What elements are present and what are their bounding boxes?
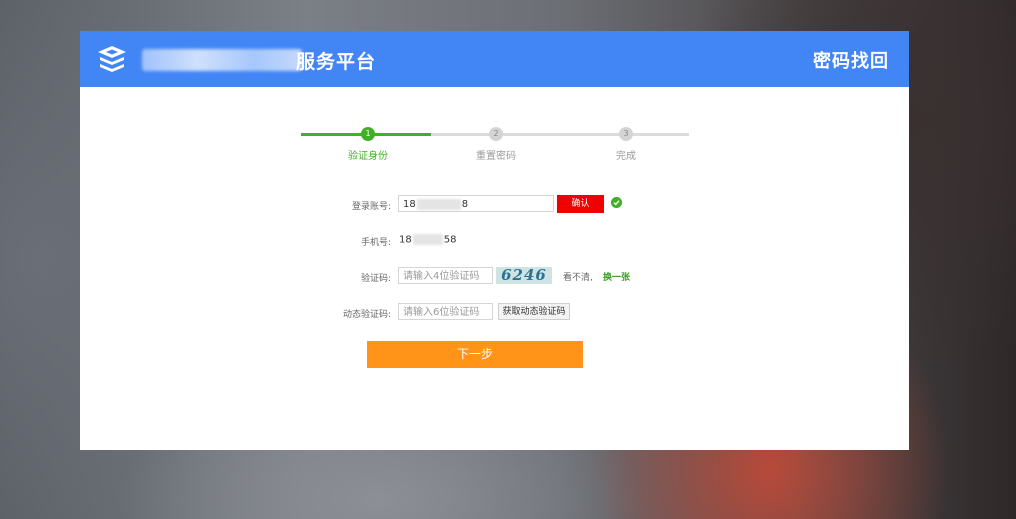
- step-2-label: 重置密码: [476, 151, 516, 162]
- step-2-dot: 2: [489, 127, 503, 141]
- redacted-phone-digits: [412, 234, 443, 245]
- phone-label: 手机号:: [360, 238, 391, 248]
- redacted-digits: [416, 198, 461, 210]
- redacted-site-name: [142, 49, 302, 71]
- captcha-image[interactable]: 6246: [496, 267, 552, 284]
- platform-logo-icon: [98, 46, 126, 72]
- sms-label: 动态验证码:: [342, 310, 391, 320]
- account-label: 登录账号:: [351, 202, 391, 212]
- sms-code-input[interactable]: 请输入6位验证码: [398, 303, 493, 320]
- page-title: 密码找回: [813, 51, 889, 72]
- password-recovery-card: 服务平台 密码找回 1 2 3 验证身份 重置密码 完成 登录账号: 18 8 确…: [80, 31, 909, 450]
- header-bar: 服务平台 密码找回: [80, 31, 909, 87]
- step-3-label: 完成: [616, 151, 636, 162]
- phone-suffix: 58: [443, 234, 457, 246]
- phone-prefix: 18: [399, 234, 412, 246]
- get-code-button[interactable]: 获取动态验证码: [498, 303, 570, 320]
- next-step-button[interactable]: 下一步: [367, 341, 583, 368]
- captcha-label: 验证码:: [360, 274, 391, 284]
- site-title: 服务平台: [296, 51, 377, 73]
- account-suffix: 8: [461, 199, 469, 210]
- account-prefix: 18: [403, 199, 416, 210]
- step-1-label: 验证身份: [348, 151, 388, 162]
- progress-steps: 1 2 3 验证身份 重置密码 完成: [301, 127, 689, 167]
- refresh-captcha-link[interactable]: 换一张: [603, 270, 630, 283]
- account-input[interactable]: 18 8: [398, 195, 554, 212]
- phone-value: 18 58: [399, 234, 456, 246]
- confirm-button[interactable]: 确认: [557, 195, 604, 213]
- step-1-dot: 1: [361, 127, 375, 141]
- step-3-dot: 3: [619, 127, 633, 141]
- step-track-pending: [431, 133, 689, 136]
- captcha-unclear-text: 看不清,: [563, 273, 593, 283]
- captcha-input[interactable]: 请输入4位验证码: [398, 267, 493, 284]
- check-icon: [611, 197, 622, 208]
